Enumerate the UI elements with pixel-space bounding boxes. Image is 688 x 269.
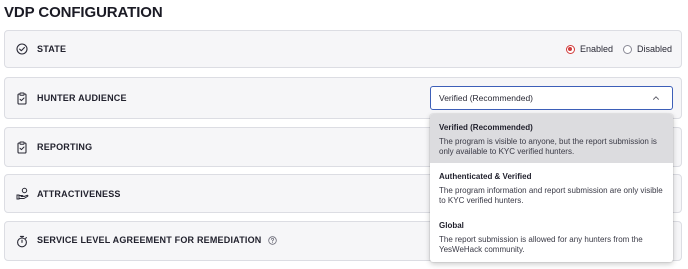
option-description: The report submission is allowed for any… <box>439 235 643 254</box>
dropdown-option-global[interactable]: Global The report submission is allowed … <box>430 212 673 262</box>
question-circle-icon[interactable] <box>268 235 277 247</box>
option-title: Global <box>439 221 464 230</box>
radio-unchecked-icon <box>622 44 632 54</box>
state-section: STATE Enabled Disabled <box>4 30 682 68</box>
reporting-label: REPORTING <box>37 142 93 152</box>
dropdown-option-authenticated-verified[interactable]: Authenticated & Verified The program inf… <box>430 163 673 212</box>
attractiveness-label: ATTRACTIVENESS <box>37 188 121 199</box>
state-enabled-radio[interactable]: Enabled <box>565 44 613 54</box>
option-title: Authenticated & Verified <box>439 172 532 181</box>
clipboard-check-icon <box>15 140 29 154</box>
option-description: The program information and report submi… <box>439 186 663 205</box>
hunter-audience-label: HUNTER AUDIENCE <box>37 93 127 103</box>
sla-label-text: SERVICE LEVEL AGREEMENT FOR REMEDIATION <box>37 235 262 246</box>
option-title: Verified (Recommended) <box>439 123 533 132</box>
radio-checked-icon <box>565 44 575 54</box>
state-disabled-label: Disabled <box>636 44 672 54</box>
sla-label: SERVICE LEVEL AGREEMENT FOR REMEDIATION <box>37 235 277 246</box>
stopwatch-icon <box>15 234 29 248</box>
state-enabled-label: Enabled <box>579 44 613 54</box>
dropdown-option-verified[interactable]: Verified (Recommended) The program is vi… <box>430 114 673 163</box>
page-title: VDP CONFIGURATION <box>4 4 163 21</box>
hunter-audience-select-value: Verified (Recommended) <box>439 93 534 103</box>
hand-coins-icon <box>15 187 29 201</box>
option-description: The program is visible to anyone, but th… <box>439 137 657 156</box>
check-circle-icon <box>15 42 29 56</box>
hunter-audience-select[interactable]: Verified (Recommended) <box>430 86 673 110</box>
hunter-audience-dropdown: Verified (Recommended) The program is vi… <box>430 114 673 262</box>
clipboard-check-icon <box>15 91 29 105</box>
state-radio-group: Enabled Disabled <box>565 44 672 54</box>
state-label: STATE <box>37 44 67 54</box>
state-disabled-radio[interactable]: Disabled <box>622 44 672 54</box>
chevron-up-icon <box>652 94 660 102</box>
